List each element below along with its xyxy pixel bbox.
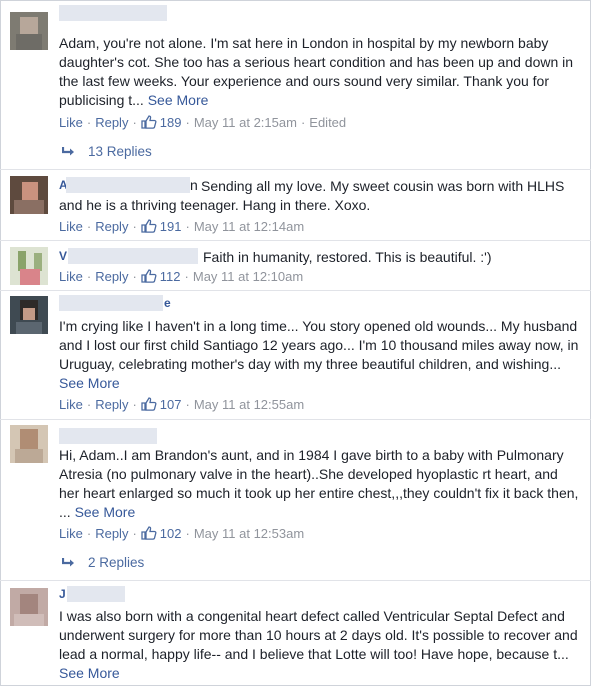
divider — [0, 240, 591, 241]
like-count[interactable]: 102 — [160, 526, 182, 541]
timestamp[interactable]: May 11 at 12:14am — [194, 219, 304, 234]
thumbs-up-icon — [141, 115, 157, 129]
author-name[interactable] — [59, 295, 163, 311]
like-link[interactable]: Like — [59, 219, 83, 234]
avatar[interactable] — [10, 12, 48, 50]
reply-link[interactable]: Reply — [95, 526, 128, 541]
see-more-link[interactable]: See More — [59, 665, 120, 681]
thumbs-up-icon — [141, 219, 157, 233]
avatar[interactable] — [10, 425, 48, 463]
view-replies-link[interactable]: 13 Replies — [62, 143, 152, 161]
divider — [0, 580, 591, 581]
comment-text: Sending all my love. My sweet cousin was… — [59, 178, 565, 213]
timestamp[interactable]: May 11 at 2:15am — [194, 115, 297, 130]
like-count[interactable]: 189 — [160, 115, 182, 130]
divider — [0, 419, 591, 420]
see-more-link[interactable]: See More — [59, 375, 120, 391]
comment-text: I'm crying like I haven't in a long time… — [59, 318, 579, 391]
reply-arrow-icon — [62, 147, 74, 156]
author-name[interactable] — [59, 5, 167, 21]
comment-actions: Like · Reply · 102 · May 11 at 12:53am — [59, 526, 305, 541]
comment-actions: Like · Reply · 112 · May 11 at 12:10am — [59, 269, 304, 284]
divider — [0, 290, 591, 291]
author-name-initial[interactable]: J — [59, 586, 66, 602]
comment-text: Hi, Adam..I am Brandon's aunt, and in 19… — [59, 447, 579, 520]
reply-link[interactable]: Reply — [95, 219, 128, 234]
avatar[interactable] — [10, 247, 48, 285]
like-link[interactable]: Like — [59, 526, 83, 541]
see-more-link[interactable]: See More — [148, 92, 209, 108]
comment-text: I was also born with a congenital heart … — [59, 608, 578, 681]
comment-text: Adam, you're not alone. I'm sat here in … — [59, 35, 574, 108]
timestamp[interactable]: May 11 at 12:55am — [194, 397, 304, 412]
like-count[interactable]: 112 — [160, 269, 181, 284]
reply-link[interactable]: Reply — [95, 269, 128, 284]
avatar[interactable] — [10, 176, 48, 214]
timestamp[interactable]: May 11 at 12:53am — [194, 526, 304, 541]
comment-actions: Like · Reply · 107 · May 11 at 12:55am — [59, 397, 305, 412]
author-name-tail[interactable]: e — [164, 295, 171, 311]
like-link[interactable]: Like — [59, 269, 83, 284]
comment-actions: Like · Reply · 191 · May 11 at 12:14am — [59, 219, 305, 234]
like-count[interactable]: 191 — [160, 219, 182, 234]
view-replies-link[interactable]: 2 Replies — [62, 554, 144, 572]
edited-label[interactable]: Edited — [309, 115, 346, 130]
avatar[interactable] — [10, 296, 48, 334]
thumbs-up-icon — [141, 397, 157, 411]
thumbs-up-icon — [141, 269, 157, 283]
like-link[interactable]: Like — [59, 115, 83, 130]
see-more-link[interactable]: See More — [75, 504, 136, 520]
reply-link[interactable]: Reply — [95, 397, 128, 412]
comment-text: Faith in humanity, restored. This is bea… — [203, 249, 492, 265]
reply-link[interactable]: Reply — [95, 115, 128, 130]
avatar[interactable] — [10, 588, 48, 626]
comment-actions: Like · Reply · 189 · May 11 at 2:15am · Edited — [59, 115, 347, 130]
reply-arrow-icon — [62, 558, 74, 567]
timestamp[interactable]: May 11 at 12:10am — [193, 269, 303, 284]
like-link[interactable]: Like — [59, 397, 83, 412]
author-name[interactable] — [59, 428, 157, 444]
like-count[interactable]: 107 — [160, 397, 182, 412]
thumbs-up-icon — [141, 526, 157, 540]
divider — [0, 169, 591, 170]
author-name[interactable] — [67, 586, 125, 602]
